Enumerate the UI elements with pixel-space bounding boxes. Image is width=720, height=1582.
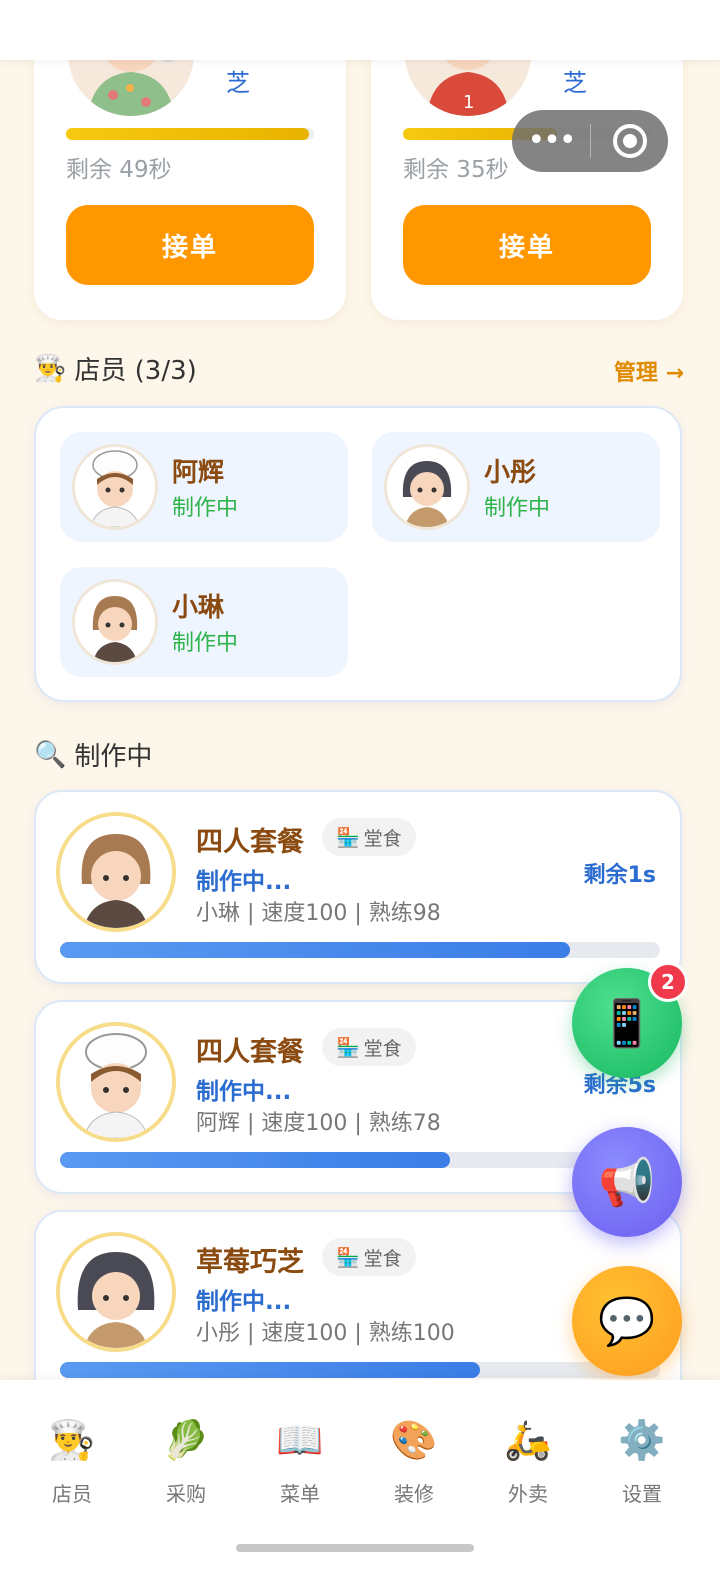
palette-icon: 🎨 (390, 1418, 438, 1462)
dine-in-tag: 🏪 堂食 (322, 1238, 416, 1276)
tab-settings[interactable]: ⚙️ 设置 (582, 1414, 702, 1507)
staff-name: 小彤 (484, 458, 537, 488)
more-icon[interactable]: ••• (512, 110, 590, 172)
accept-order-button[interactable]: 接单 (403, 205, 651, 285)
making-status: 制作中... (196, 1289, 292, 1315)
phone-orders-button[interactable]: 📱 2 (572, 962, 688, 1078)
making-section-title: 🔍 制作中 (34, 739, 153, 773)
chef-icon: 👨‍🍳 (34, 353, 67, 384)
accept-order-button[interactable]: 接单 (66, 205, 314, 285)
making-order-card: 四人套餐 🏪 堂食 制作中... 小琳 | 速度100 | 熟练98 剩余1s (34, 790, 682, 984)
making-status: 制作中... (196, 1079, 292, 1105)
store-icon: 🏪 (336, 1246, 360, 1269)
staff-card[interactable]: 小琳 制作中 (60, 567, 348, 677)
dish-name: 草莓巧芝 (196, 1247, 304, 1278)
chef-icon: 👨‍🍳 (48, 1418, 96, 1462)
chat-bubble-icon: 💬 (598, 1293, 656, 1348)
staff-avatar (72, 579, 158, 665)
order-card: 芝 剩余 49秒 接单 (34, 20, 346, 320)
staff-card[interactable]: 小彤 制作中 (372, 432, 660, 542)
progress-bar (60, 1152, 660, 1168)
staff-status: 制作中 (484, 496, 551, 521)
making-status: 制作中... (196, 869, 292, 895)
magnifier-icon: 🔍 (34, 739, 67, 770)
staff-avatar (56, 1232, 176, 1352)
scooter-icon: 🛵 (504, 1418, 552, 1462)
manage-staff-link[interactable]: 管理 → (614, 355, 684, 387)
megaphone-icon: 📢 (598, 1154, 656, 1209)
tab-menu[interactable]: 📖 菜单 (240, 1414, 360, 1507)
progress-bar (60, 1362, 660, 1378)
home-indicator (236, 1544, 474, 1552)
staff-card[interactable]: 阿辉 制作中 (60, 432, 348, 542)
staff-meta: 小彤 | 速度100 | 熟练100 (196, 1321, 455, 1346)
staff-name: 小琳 (172, 593, 225, 623)
tab-staff[interactable]: 👨‍🍳 店员 (12, 1414, 132, 1507)
miniprogram-capsule: ••• (512, 110, 668, 172)
order-timer-bar (66, 128, 314, 140)
staff-panel: 阿辉 制作中 小彤 制作中 小琳 制作中 (34, 406, 682, 702)
customer-name: 芝 (563, 69, 587, 97)
lettuce-icon: 🥬 (162, 1418, 210, 1462)
status-bar (0, 0, 720, 60)
dine-in-tag: 🏪 堂食 (322, 818, 416, 856)
staff-status: 制作中 (172, 496, 239, 521)
promotion-button[interactable]: 📢 (572, 1127, 682, 1237)
staff-avatar (384, 444, 470, 530)
remaining-time: 剩余1s (583, 863, 656, 888)
tab-purchase[interactable]: 🥬 采购 (126, 1414, 246, 1507)
progress-bar (60, 942, 660, 958)
chat-button[interactable]: 💬 (572, 1266, 682, 1376)
notification-badge: 2 (648, 962, 688, 1002)
staff-avatar (72, 444, 158, 530)
staff-status: 制作中 (172, 631, 239, 656)
dish-name: 四人套餐 (196, 827, 304, 858)
staff-name: 阿辉 (172, 458, 225, 488)
customer-name: 芝 (226, 69, 250, 97)
order-remaining-time: 剩余 49秒 (66, 157, 172, 183)
tab-delivery[interactable]: 🛵 外卖 (468, 1414, 588, 1507)
gear-icon: ⚙️ (618, 1418, 666, 1462)
book-icon: 📖 (276, 1418, 324, 1462)
dish-name: 四人套餐 (196, 1037, 304, 1068)
dine-in-tag: 🏪 堂食 (322, 1028, 416, 1066)
staff-avatar (56, 1022, 176, 1142)
staff-avatar (56, 812, 176, 932)
staff-meta: 阿辉 | 速度100 | 熟练78 (196, 1111, 441, 1136)
close-target-icon[interactable] (613, 124, 647, 158)
tab-decor[interactable]: 🎨 装修 (354, 1414, 474, 1507)
staff-section-title: 👨‍🍳 店员 (3/3) (34, 353, 197, 387)
store-icon: 🏪 (336, 826, 360, 849)
store-icon: 🏪 (336, 1036, 360, 1059)
svg-text:1: 1 (463, 92, 474, 113)
phone-icon: 📱 (598, 995, 656, 1050)
staff-meta: 小琳 | 速度100 | 熟练98 (196, 901, 441, 926)
order-remaining-time: 剩余 35秒 (403, 157, 509, 183)
